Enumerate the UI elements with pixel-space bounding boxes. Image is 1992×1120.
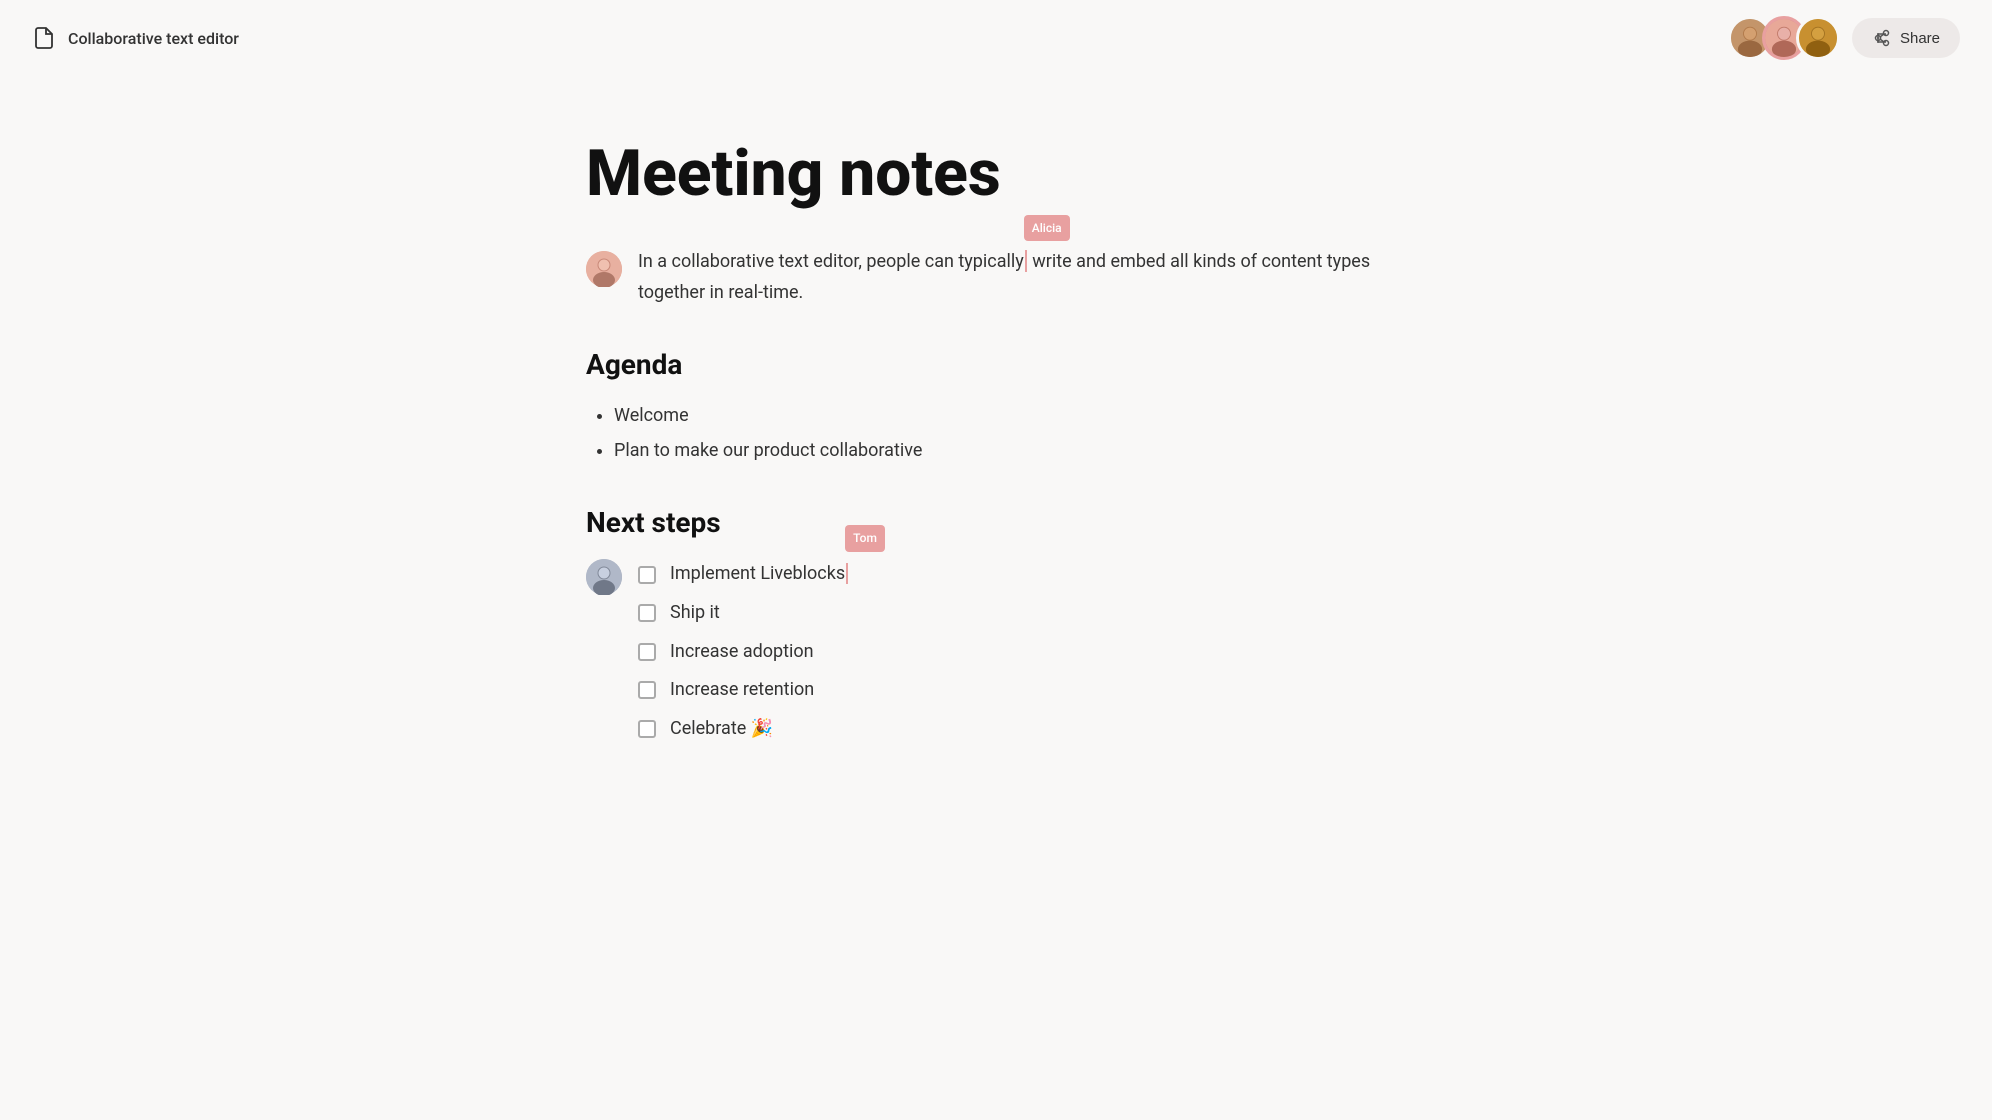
share-icon (1872, 28, 1892, 48)
app-title: Collaborative text editor (68, 29, 239, 48)
checkbox-5[interactable] (638, 720, 656, 738)
page-title[interactable]: Meeting notes (586, 136, 1406, 211)
avatar-tom (1796, 16, 1840, 60)
alicia-cursor-label: Alicia (1024, 215, 1070, 241)
checklist-item-1: Implement LiveblocksTom (638, 559, 1406, 590)
checklist-item-4: Increase retention (638, 675, 1406, 706)
checklist-item-2-text: Ship it (670, 598, 720, 629)
checklist-area: Implement LiveblocksTom Ship it Increase… (586, 559, 1406, 752)
checkbox-2[interactable] (638, 604, 656, 622)
checklist-item-5: Celebrate 🎉 (638, 714, 1406, 745)
checklist-item-4-text: Increase retention (670, 675, 814, 706)
document-icon (32, 26, 56, 50)
collaborators-avatars (1728, 16, 1840, 60)
checklist-item-2: Ship it (638, 598, 1406, 629)
header-left: Collaborative text editor (32, 26, 239, 50)
agenda-item-1: Welcome (614, 401, 1406, 432)
intro-section: In a collaborative text editor, people c… (586, 247, 1406, 308)
checklist-item-3-text: Increase adoption (670, 637, 814, 668)
checkbox-3[interactable] (638, 643, 656, 661)
agenda-section: Agenda Welcome Plan to make our product … (586, 348, 1406, 466)
main-content: Meeting notes In a collaborative text ed… (546, 136, 1446, 752)
tom-avatar (586, 559, 622, 595)
intro-text-before: In a collaborative text editor, people c… (638, 251, 1024, 272)
checkbox-1[interactable] (638, 566, 656, 584)
next-steps-section: Next steps Implement LiveblocksTom (586, 506, 1406, 752)
checklist-item-1-text: Implement LiveblocksTom (670, 559, 849, 590)
agenda-list: Welcome Plan to make our product collabo… (586, 401, 1406, 466)
next-steps-heading: Next steps (586, 506, 1406, 539)
author-avatar (586, 251, 622, 287)
header: Collaborative text editor (0, 0, 1992, 76)
alicia-cursor-caret (1025, 250, 1027, 272)
checkbox-4[interactable] (638, 681, 656, 699)
intro-paragraph: In a collaborative text editor, people c… (638, 247, 1406, 308)
tom-cursor: Tom (845, 559, 849, 590)
alicia-cursor: Alicia (1024, 247, 1028, 278)
checklist-item-5-text: Celebrate 🎉 (670, 714, 773, 745)
tom-cursor-caret (846, 563, 848, 585)
tom-cursor-label: Tom (845, 525, 885, 551)
checklist: Implement LiveblocksTom Ship it Increase… (638, 559, 1406, 752)
agenda-item-2: Plan to make our product collaborative (614, 436, 1406, 467)
agenda-heading: Agenda (586, 348, 1406, 381)
share-button[interactable]: Share (1852, 18, 1960, 58)
header-right: Share (1728, 16, 1960, 60)
share-label: Share (1900, 30, 1940, 47)
checklist-item-3: Increase adoption (638, 637, 1406, 668)
